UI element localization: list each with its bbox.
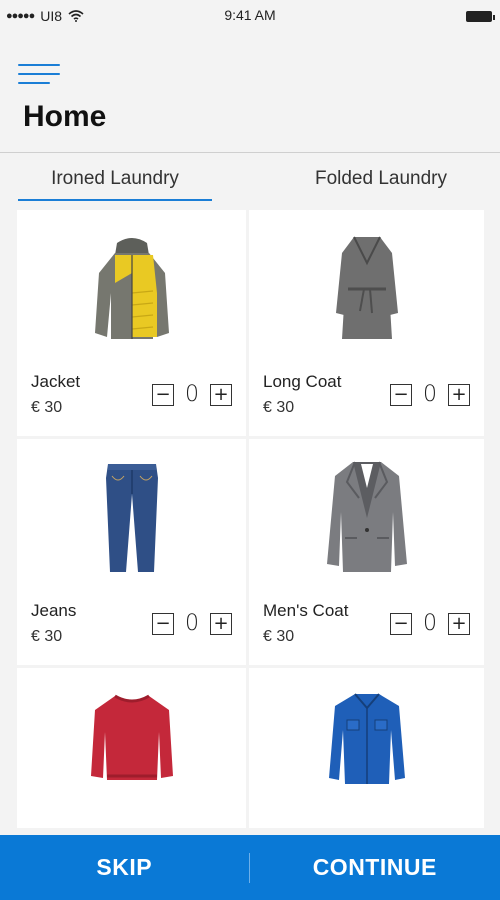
status-bar: ●●●●● UI8 9:41 AM (0, 0, 500, 32)
status-time: 9:41 AM (224, 7, 276, 23)
product-name: Jacket (31, 372, 81, 391)
shirt-icon (249, 688, 484, 788)
decrease-button[interactable]: − (390, 612, 412, 635)
quantity-stepper: − 0 + (152, 382, 232, 407)
tab-bar: Ironed Laundry Folded Laundry (0, 160, 500, 202)
increase-button[interactable]: + (210, 383, 232, 406)
tab-folded-laundry[interactable]: Folded Laundry (290, 168, 472, 190)
quantity-value: 0 (423, 611, 437, 636)
battery-icon (466, 10, 495, 22)
product-card-jeans[interactable]: Jeans € 30 − 0 + (17, 439, 246, 665)
continue-button[interactable]: CONTINUE (250, 835, 500, 900)
quantity-value: 0 (423, 382, 437, 407)
quantity-value: 0 (185, 382, 199, 407)
skip-button[interactable]: SKIP (0, 835, 249, 900)
decrease-button[interactable]: − (390, 383, 412, 406)
bottom-action-bar: SKIP CONTINUE (0, 835, 500, 900)
product-name: Jeans (31, 601, 77, 620)
page-title: Home (23, 100, 107, 133)
product-price: € 30 (263, 628, 295, 645)
quantity-stepper: − 0 + (390, 611, 470, 636)
header-divider (0, 152, 500, 153)
blazer-icon (249, 457, 484, 577)
active-tab-indicator (18, 199, 212, 201)
quantity-stepper: − 0 + (390, 382, 470, 407)
decrease-button[interactable]: − (152, 612, 174, 635)
quantity-value: 0 (185, 611, 199, 636)
hamburger-menu-icon[interactable] (18, 64, 62, 90)
quantity-stepper: − 0 + (152, 611, 232, 636)
product-card-long-coat[interactable]: Long Coat € 30 − 0 + (249, 210, 484, 436)
decrease-button[interactable]: − (152, 383, 174, 406)
product-price: € 30 (31, 399, 63, 416)
product-name: Long Coat (263, 372, 342, 391)
product-name: Men's Coat (263, 601, 349, 620)
product-price: € 30 (31, 628, 63, 645)
sweater-icon (17, 688, 246, 788)
product-card-jacket[interactable]: Jacket € 30 − 0 + (17, 210, 246, 436)
increase-button[interactable]: + (448, 612, 470, 635)
product-price: € 30 (263, 399, 295, 416)
product-card-shirt[interactable] (249, 668, 484, 828)
increase-button[interactable]: + (448, 383, 470, 406)
increase-button[interactable]: + (210, 612, 232, 635)
product-card-sweater[interactable] (17, 668, 246, 828)
puffer-jacket-icon (17, 228, 246, 348)
tab-ironed-laundry[interactable]: Ironed Laundry (18, 168, 212, 190)
product-grid: Jacket € 30 − 0 + Long Coat € 30 − 0 + J… (17, 210, 485, 828)
product-card-mens-coat[interactable]: Men's Coat € 30 − 0 + (249, 439, 484, 665)
long-coat-icon (249, 228, 484, 348)
jeans-icon (17, 457, 246, 577)
